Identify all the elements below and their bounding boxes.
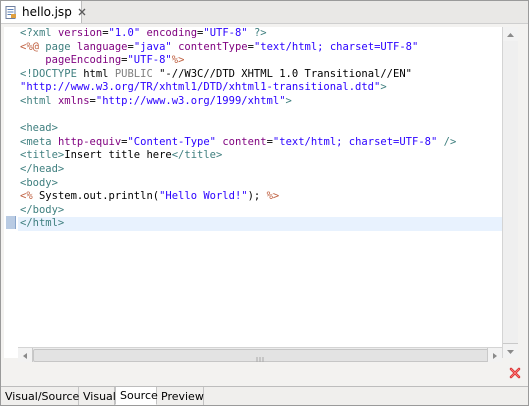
current-line-marker: [6, 216, 16, 229]
code-token: %>: [266, 190, 280, 203]
code-token: Insert title here: [64, 149, 172, 162]
code-token: contentType: [178, 40, 248, 53]
horizontal-scrollbar[interactable]: [18, 347, 502, 362]
code-token: "http://www.w3.org/1999/xhtml": [95, 94, 286, 107]
code-line[interactable]: <meta http-equiv="Content-Type" content=…: [18, 136, 503, 150]
code-token: <meta: [20, 135, 58, 148]
close-icon[interactable]: [78, 7, 86, 17]
code-line[interactable]: <head>: [18, 122, 503, 136]
code-token: >: [285, 94, 292, 107]
tab-visual-source-label: Visual/Source: [5, 389, 80, 403]
code-token: </body>: [20, 203, 65, 216]
scroll-right-button[interactable]: [487, 348, 502, 362]
scroll-left-button[interactable]: [18, 348, 33, 362]
code-token: "Hello World!": [159, 190, 248, 203]
code-token: >: [380, 81, 387, 94]
editor-page-tabs: Visual/Source Visual Source Preview: [1, 386, 528, 405]
grip-icon: [256, 357, 264, 362]
code-token: <?xml: [20, 27, 58, 39]
code-token: html: [83, 67, 109, 80]
tab-visual-label: Visual: [83, 389, 116, 403]
code-token: </head>: [20, 162, 65, 175]
code-token: </html>: [20, 217, 65, 230]
code-line[interactable]: "http://www.w3.org/TR/xhtml1/DTD/xhtml1-…: [18, 81, 503, 95]
code-token: />: [443, 135, 457, 148]
code-line[interactable]: </body>: [18, 204, 503, 218]
code-token: "http://www.w3.org/TR/xhtml1/DTD/xhtml1-…: [20, 81, 381, 94]
code-token: content: [222, 135, 267, 148]
editor-tab-bar: hello.jsp: [1, 1, 528, 24]
code-line[interactable]: <!DOCTYPE html PUBLIC "-//W3C//DTD XHTML…: [18, 68, 503, 82]
code-line[interactable]: <body>: [18, 177, 503, 191]
code-token: "text/html; charset=UTF-8": [272, 135, 438, 148]
code-token: );: [247, 190, 267, 203]
source-code[interactable]: <?xml version="1.0" encoding="UTF-8" ?> <…: [18, 27, 503, 358]
code-line[interactable]: </html>: [18, 217, 503, 231]
code-line[interactable]: <?xml version="1.0" encoding="UTF-8" ?>: [18, 27, 503, 41]
scroll-down-button[interactable]: [503, 343, 518, 358]
code-token: System.out.println(: [32, 190, 160, 203]
code-line[interactable]: <html xmlns="http://www.w3.org/1999/xhtm…: [18, 95, 503, 109]
code-token: "-//W3C//DTD XHTML 1.0 Transitional//EN": [159, 67, 412, 80]
code-token: encoding: [146, 27, 198, 39]
jsp-editor-window: hello.jsp <?xml version="1.0" encoding="…: [0, 0, 529, 406]
code-token: version: [57, 27, 103, 39]
code-line[interactable]: <title>Insert title here</title>: [18, 149, 503, 163]
arrow-left-icon: [23, 353, 27, 359]
code-token: %>: [171, 54, 185, 67]
code-token: "1.0": [108, 27, 141, 39]
code-token: <head>: [20, 122, 58, 135]
remove-icon[interactable]: [508, 365, 522, 379]
tab-visual[interactable]: Visual: [79, 387, 116, 405]
code-line[interactable]: </head>: [18, 163, 503, 177]
code-token: xmlns: [57, 94, 90, 107]
tab-preview[interactable]: Preview: [157, 387, 204, 405]
code-token: <!DOCTYPE: [20, 67, 84, 80]
editor-tab-title: hello.jsp: [22, 5, 72, 19]
code-token: </title>: [171, 149, 223, 162]
arrow-right-icon: [493, 353, 497, 359]
vertical-scroll-track[interactable]: [503, 41, 518, 344]
code-token: pageEncoding: [45, 54, 122, 67]
code-token: "Content-Type": [127, 135, 216, 148]
code-token: page: [45, 40, 71, 53]
horizontal-scroll-thumb[interactable]: [33, 349, 489, 362]
code-token: PUBLIC: [114, 67, 153, 80]
code-line[interactable]: <%@ page language="java" contentType="te…: [18, 41, 503, 55]
editor-vertical-ruler: [4, 27, 17, 358]
code-token: http-equiv: [57, 135, 122, 148]
code-token: <%: [20, 190, 33, 203]
code-token: <html: [20, 94, 58, 107]
code-line[interactable]: [18, 109, 503, 123]
code-token: "UTF-8": [127, 54, 172, 67]
arrow-down-icon: [507, 350, 514, 354]
tab-preview-label: Preview: [161, 389, 204, 403]
code-token: "UTF-8": [203, 27, 248, 39]
scroll-up-button[interactable]: [503, 27, 518, 42]
code-token: "java": [133, 40, 172, 53]
code-token: "text/html; charset=UTF-8": [253, 40, 419, 53]
code-token: <%@: [20, 40, 46, 53]
editor-tab-hello-jsp[interactable]: hello.jsp: [1, 1, 86, 23]
tab-source[interactable]: Source: [115, 387, 158, 405]
jsp-file-icon: [5, 5, 17, 19]
code-line[interactable]: pageEncoding="UTF-8"%>: [18, 54, 503, 68]
code-token: <body>: [20, 176, 58, 189]
tab-visual-source[interactable]: Visual/Source: [1, 387, 79, 405]
tab-source-label: Source: [120, 389, 158, 402]
vertical-scrollbar[interactable]: [502, 27, 518, 358]
code-line[interactable]: <% System.out.println("Hello World!"); %…: [18, 190, 503, 204]
code-token: <title>: [20, 149, 65, 162]
code-token: language: [76, 40, 128, 53]
arrow-up-icon: [507, 33, 514, 37]
code-token: ?>: [253, 27, 267, 39]
